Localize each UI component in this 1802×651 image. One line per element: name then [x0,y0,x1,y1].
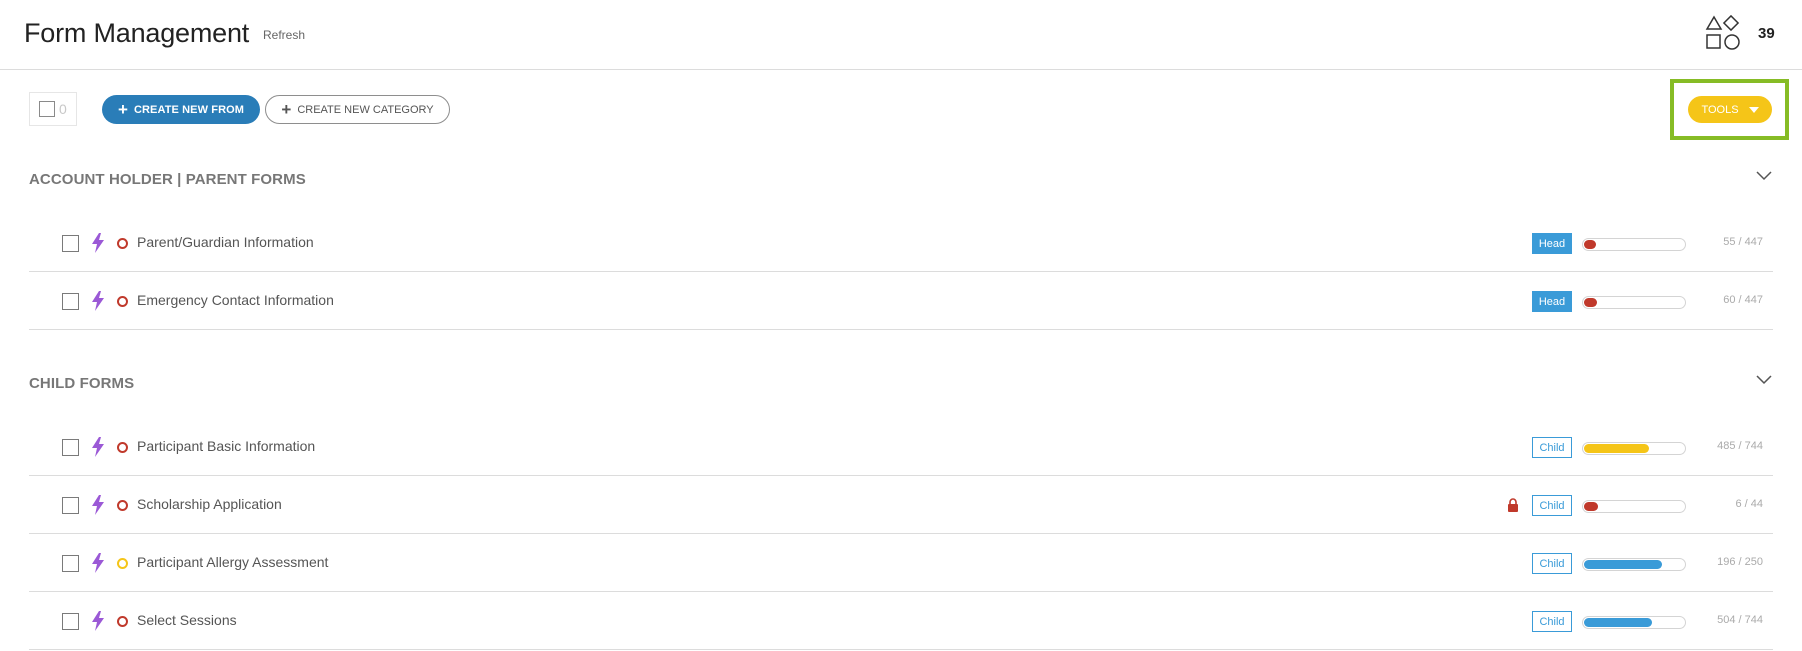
type-badge: Child [1532,495,1572,516]
form-name[interactable]: Select Sessions [137,612,237,628]
caret-down-icon [1748,106,1759,113]
lightning-icon [92,553,104,573]
plus-icon: + [117,99,128,119]
progress-fill [1584,618,1652,627]
progress-bar [1582,296,1686,309]
progress-fill [1584,560,1662,569]
progress-bar [1582,558,1686,571]
response-count: 504 / 744 [1717,614,1763,626]
status-icon [117,616,128,627]
progress-fill [1584,502,1598,511]
page-header: Form Management Refresh 39 [0,0,1802,70]
response-count: 485 / 744 [1717,440,1763,452]
create-new-category-button[interactable]: + CREATE NEW CATEGORY [265,95,450,124]
row-checkbox[interactable] [62,439,79,456]
page-title: Form Management [24,18,250,48]
lightning-icon [92,611,104,631]
tools-label: TOOLS [1701,103,1739,116]
response-count: 60 / 447 [1723,294,1763,306]
create-new-form-button[interactable]: + CREATE NEW FROM [102,95,260,124]
form-name[interactable]: Parent/Guardian Information [137,234,314,250]
table-row[interactable]: Participant Basic Information Child 485 … [29,418,1773,476]
status-icon [117,442,128,453]
refresh-link[interactable]: Refresh [263,28,305,42]
form-name[interactable]: Participant Allergy Assessment [137,554,328,570]
form-name[interactable]: Scholarship Application [137,496,282,512]
status-icon [117,238,128,249]
table-row[interactable]: Parent/Guardian Information Head 55 / 44… [29,214,1773,272]
form-name[interactable]: Emergency Contact Information [137,292,334,308]
type-badge: Head [1532,291,1572,312]
type-badge: Child [1532,611,1572,632]
table-row[interactable]: Select Sessions Child 504 / 744 [29,592,1773,650]
chevron-down-icon[interactable] [1756,372,1772,388]
create-new-form-label: CREATE NEW FROM [133,103,245,116]
form-name[interactable]: Participant Basic Information [137,438,315,454]
lock-icon [1508,498,1518,512]
progress-fill [1584,240,1596,249]
select-all-control[interactable]: 0 [29,92,77,126]
type-badge: Child [1532,553,1572,574]
status-icon [117,500,128,511]
plus-icon: + [281,99,292,119]
response-count: 6 / 44 [1735,498,1763,510]
row-checkbox[interactable] [62,555,79,572]
item-count: 39 [1758,25,1775,42]
section-title: CHILD FORMS [29,375,135,392]
table-row[interactable]: Emergency Contact Information Head 60 / … [29,272,1773,330]
table-row[interactable]: Scholarship Application Child 6 / 44 [29,476,1773,534]
progress-bar [1582,500,1686,513]
row-checkbox[interactable] [62,235,79,252]
row-checkbox[interactable] [62,613,79,630]
lightning-icon [92,233,104,253]
select-all-checkbox[interactable] [39,101,55,117]
type-badge: Child [1532,437,1572,458]
create-new-category-label: CREATE NEW CATEGORY [297,103,434,116]
row-checkbox[interactable] [62,293,79,310]
shapes-icon[interactable] [1705,15,1741,51]
progress-fill [1584,298,1597,307]
tools-dropdown-button[interactable]: TOOLS [1688,96,1772,123]
selected-count: 0 [59,101,67,117]
progress-bar [1582,238,1686,251]
status-icon [117,558,128,569]
lightning-icon [92,437,104,457]
type-badge: Head [1532,233,1572,254]
table-row[interactable]: Participant Allergy Assessment Child 196… [29,534,1773,592]
lightning-icon [92,291,104,311]
progress-fill [1584,444,1649,453]
response-count: 55 / 447 [1723,236,1763,248]
section-title: ACCOUNT HOLDER | PARENT FORMS [29,171,306,188]
progress-bar [1582,616,1686,629]
progress-bar [1582,442,1686,455]
response-count: 196 / 250 [1717,556,1763,568]
status-icon [117,296,128,307]
row-checkbox[interactable] [62,497,79,514]
chevron-down-icon[interactable] [1756,168,1772,184]
lightning-icon [92,495,104,515]
